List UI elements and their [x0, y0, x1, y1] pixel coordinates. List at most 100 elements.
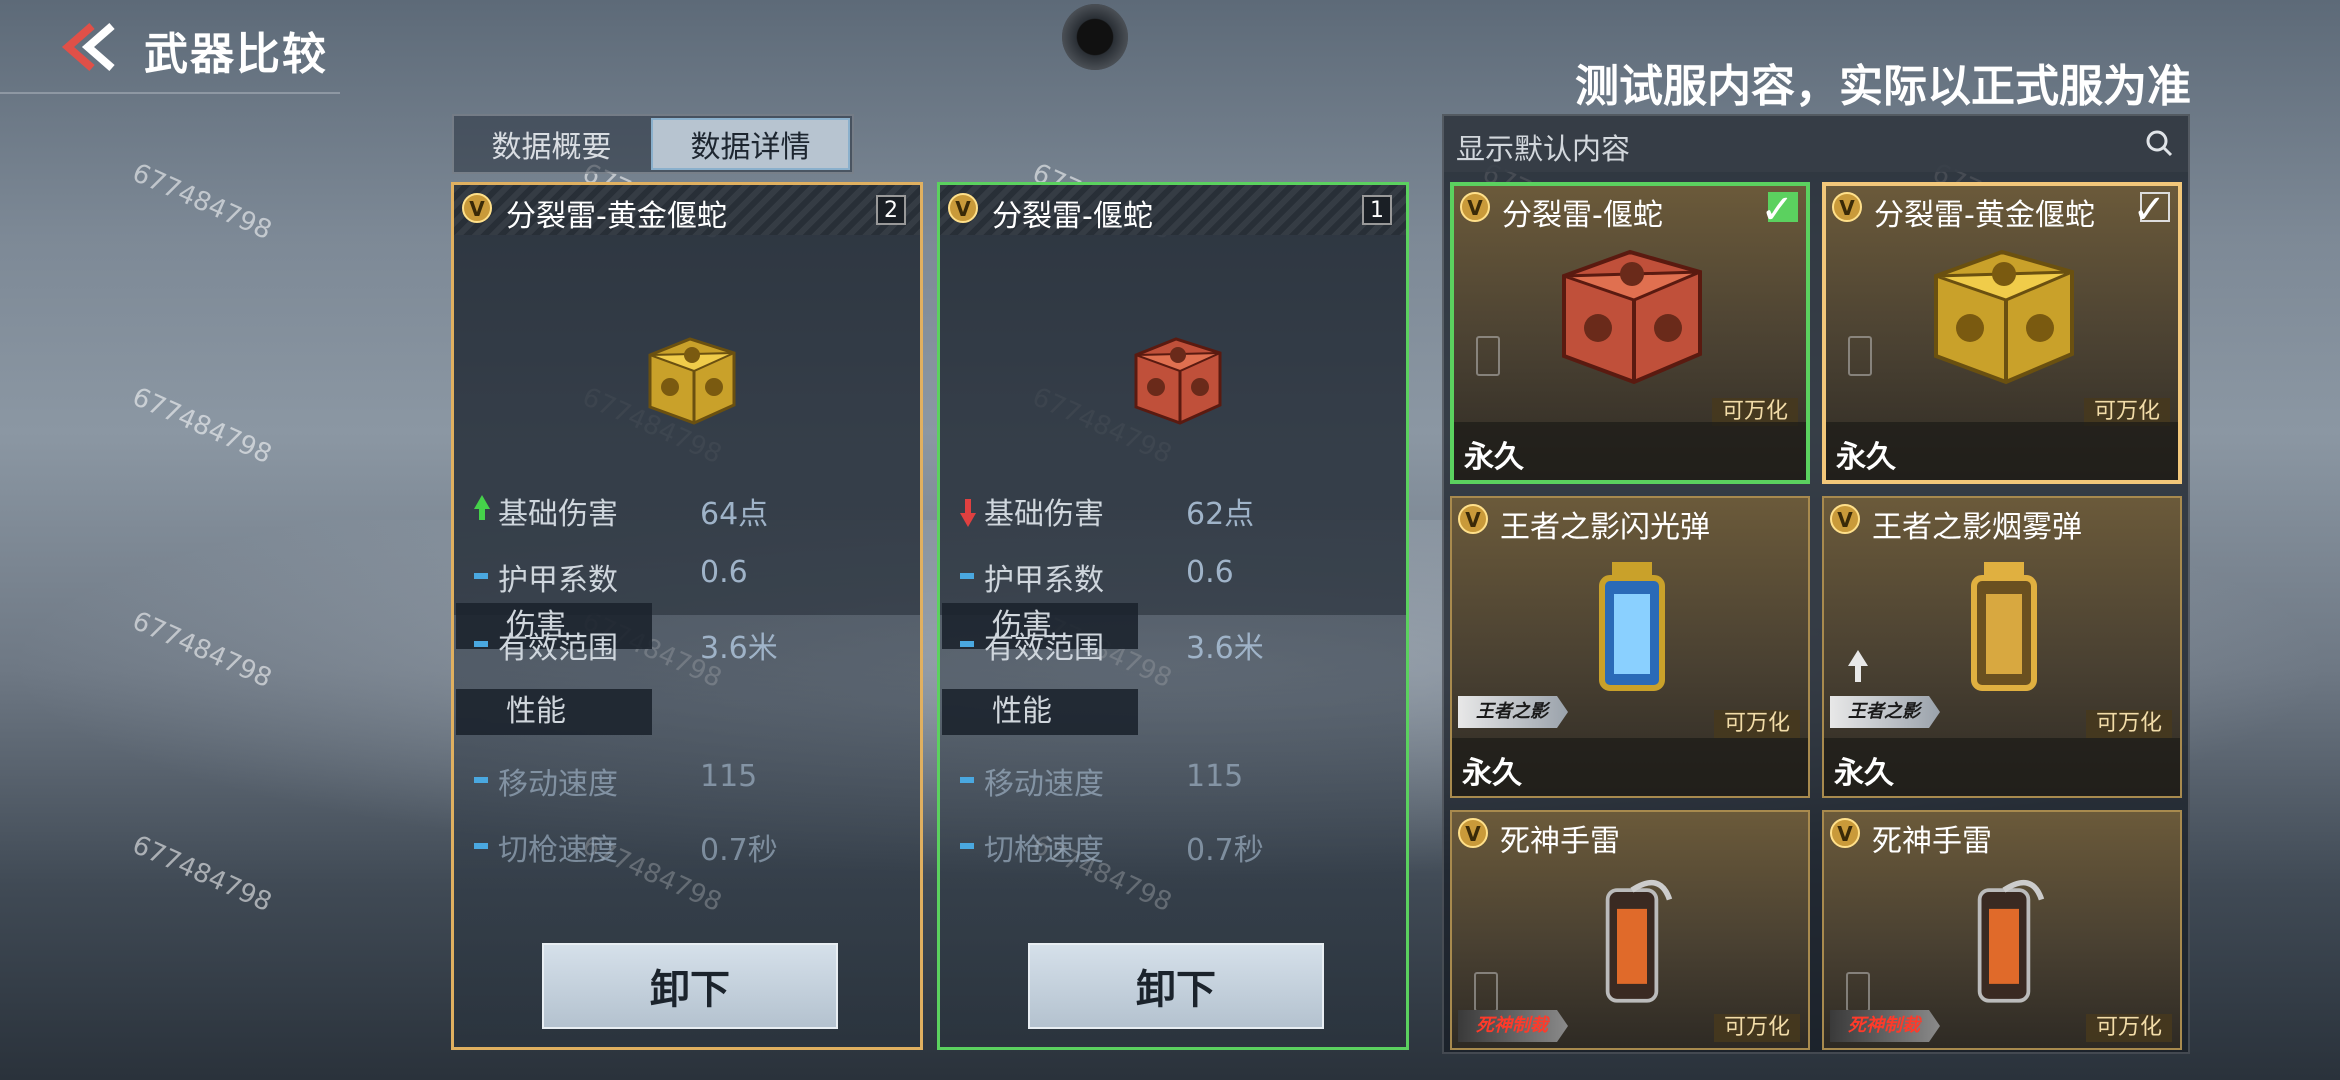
card-item-name: 死神手雷 — [1872, 824, 1992, 859]
stat-label: 切枪速度 — [984, 833, 1104, 868]
frag-grenade-icon — [1977, 879, 2045, 1003]
inventory-card[interactable]: V 王者之影烟雾弹 王者之影 可万化 永久 — [1822, 496, 2182, 798]
battery-icon — [1848, 336, 1872, 376]
stat-value: 115 — [1186, 759, 1244, 794]
v-rank-icon: V — [948, 193, 978, 223]
inventory-card[interactable]: V 王者之影闪光弹 王者之影 可万化 永久 — [1450, 496, 1810, 798]
card-header: V 分裂雷-偃蛇 ✓ — [1454, 186, 1806, 233]
card-footer: 永久 — [1824, 738, 2180, 796]
card-duration: 永久 — [1464, 440, 1524, 475]
panel-header: V 分裂雷-偃蛇 1 — [940, 185, 1406, 235]
v-rank-icon: V — [462, 193, 492, 223]
stat-label: 护甲系数 — [984, 563, 1104, 598]
stat-equal-dash-icon — [474, 641, 488, 647]
test-server-notice: 测试服内容，实际以正式服为准 — [1575, 61, 2191, 112]
checkmark-icon: ✓ — [2132, 187, 2166, 233]
stat-equal-dash-icon — [960, 641, 974, 647]
stat-label: 护甲系数 — [498, 563, 618, 598]
card-tag: 可万化 — [2085, 1014, 2172, 1042]
stat-equal-dash-icon — [474, 843, 488, 849]
compare-panel-right: V 分裂雷-偃蛇 1 伤害 基础伤害 62点 护甲系数 0.6 有效范围 3.6… — [937, 182, 1409, 1050]
checkmark-icon: ✓ — [1760, 187, 1794, 233]
smoke-grenade-icon — [1971, 562, 2037, 691]
stat-value: 3.6米 — [1186, 631, 1264, 666]
checkbox[interactable]: ✓ — [2132, 190, 2170, 230]
search-bar[interactable]: 显示默认内容 — [1444, 116, 2188, 172]
brand-ribbon: 死神制裁 — [1458, 1010, 1568, 1042]
tab-bar: 数据概要 数据详情 — [452, 114, 854, 174]
search-input[interactable]: 显示默认内容 — [1456, 126, 1630, 168]
card-header: V 王者之影烟雾弹 — [1824, 498, 2180, 545]
card-item-name: 死神手雷 — [1500, 824, 1620, 859]
section-performance: 性能 — [456, 689, 652, 735]
inventory-card[interactable]: V 分裂雷-偃蛇 ✓ 可万化 永久 — [1450, 182, 1810, 484]
v-rank-icon: V — [1458, 504, 1488, 534]
stat-value: 62点 — [1186, 497, 1255, 532]
stat-label: 有效范围 — [498, 631, 618, 666]
red-cluster-grenade-icon — [1562, 249, 1702, 385]
v-rank-icon: V — [1832, 192, 1862, 222]
panel-item-name: 分裂雷-黄金偃蛇 — [506, 199, 727, 234]
header-divider — [0, 92, 340, 94]
card-tag: 可万化 — [1713, 710, 1800, 738]
card-header: V 分裂雷-黄金偃蛇 ✓ — [1826, 186, 2178, 233]
stat-label: 有效范围 — [984, 631, 1104, 666]
stat-equal-dash-icon — [960, 777, 974, 783]
card-tag: 可万化 — [1713, 1014, 1800, 1042]
slot-number: 2 — [876, 195, 906, 225]
watermark-text: 677484798 — [127, 382, 277, 470]
page-title: 武器比较 — [144, 29, 328, 80]
card-duration: 永久 — [1462, 756, 1522, 791]
stat-value: 0.6 — [700, 555, 748, 590]
unequip-button[interactable]: 卸下 — [1028, 943, 1324, 1029]
inventory-panel: 显示默认内容 V 分裂雷-偃蛇 ✓ 可万化 永久 V 分裂雷-黄金偃蛇 ✓ 可万… — [1442, 114, 2190, 1054]
card-tag: 可万化 — [2085, 710, 2172, 738]
stat-value: 0.6 — [1186, 555, 1234, 590]
v-rank-icon: V — [1830, 504, 1860, 534]
brand-ribbon: 王者之影 — [1458, 696, 1568, 728]
stat-value: 0.7秒 — [1186, 833, 1264, 868]
v-rank-icon: V — [1830, 818, 1860, 848]
stat-value: 115 — [700, 759, 758, 794]
selected-checkbox[interactable]: ✓ — [1760, 190, 1798, 230]
watermark-text: 677484798 — [127, 158, 277, 246]
card-duration: 永久 — [1834, 756, 1894, 791]
unequip-button[interactable]: 卸下 — [542, 943, 838, 1029]
stat-equal-dash-icon — [960, 843, 974, 849]
stat-label: 移动速度 — [984, 767, 1104, 802]
card-item-name: 王者之影烟雾弹 — [1872, 510, 2082, 545]
stat-value: 0.7秒 — [700, 833, 778, 868]
search-icon[interactable] — [2144, 128, 2174, 158]
stat-value: 3.6米 — [700, 631, 778, 666]
inventory-card[interactable]: V 死神手雷 死神制裁 可万化 — [1450, 810, 1810, 1050]
stat-equal-dash-icon — [960, 573, 974, 579]
card-footer: 永久 — [1454, 422, 1806, 480]
gold-cluster-grenade-icon — [1934, 249, 2074, 385]
card-item-name: 分裂雷-黄金偃蛇 — [1874, 198, 2095, 233]
inventory-card[interactable]: V 分裂雷-黄金偃蛇 ✓ 可万化 永久 — [1822, 182, 2182, 484]
card-footer: 永久 — [1826, 422, 2178, 480]
v-rank-icon: V — [1458, 818, 1488, 848]
card-duration: 永久 — [1836, 440, 1896, 475]
stat-down-arrow-icon — [960, 499, 976, 527]
tab-data-details[interactable]: 数据详情 — [651, 118, 850, 170]
stat-equal-dash-icon — [474, 777, 488, 783]
battery-icon — [1474, 972, 1498, 1012]
card-header: V 王者之影闪光弹 — [1452, 498, 1808, 545]
back-button[interactable] — [52, 20, 122, 74]
stat-up-arrow-icon — [474, 495, 490, 520]
stat-label: 基础伤害 — [498, 497, 618, 532]
panel-item-name: 分裂雷-偃蛇 — [992, 199, 1153, 234]
tab-data-overview[interactable]: 数据概要 — [454, 116, 649, 172]
battery-icon — [1476, 336, 1500, 376]
stat-label: 移动速度 — [498, 767, 618, 802]
back-chevron-icon — [61, 22, 115, 72]
stat-equal-dash-icon — [474, 573, 488, 579]
slot-number: 1 — [1362, 195, 1392, 225]
stat-label: 切枪速度 — [498, 833, 618, 868]
card-header: V 死神手雷 — [1452, 812, 1808, 859]
upgrade-arrow-icon — [1848, 650, 1868, 682]
inventory-card[interactable]: V 死神手雷 死神制裁 可万化 — [1822, 810, 2182, 1050]
brand-ribbon: 王者之影 — [1830, 696, 1940, 728]
camera-cutout — [1062, 4, 1128, 70]
